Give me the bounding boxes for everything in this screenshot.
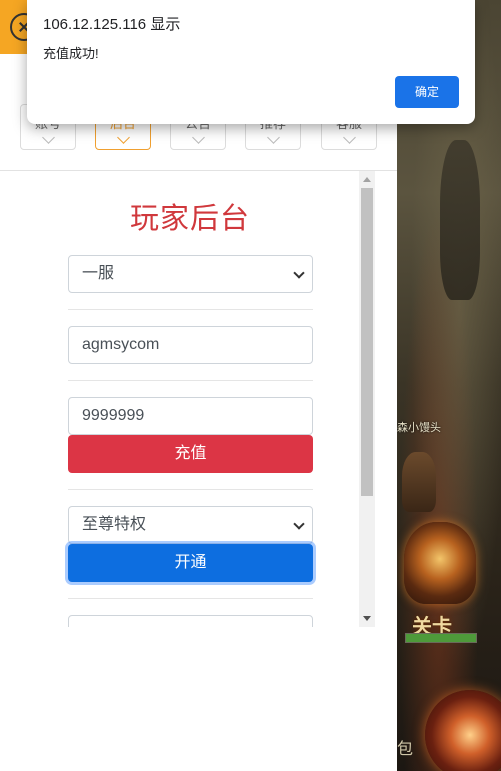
- divider: [68, 489, 313, 490]
- game-player-name: 森小馒头: [397, 422, 441, 434]
- panel-footer: [0, 627, 397, 771]
- recharge-button[interactable]: 充值: [68, 435, 313, 473]
- divider: [68, 598, 313, 599]
- next-field[interactable]: [68, 615, 313, 627]
- account-input[interactable]: agmsycom: [68, 326, 313, 364]
- chevron-down-icon: [293, 518, 305, 530]
- account-input-value: agmsycom: [82, 336, 160, 353]
- chevron-down-icon: [191, 131, 205, 144]
- page-title: 玩家后台: [129, 203, 250, 235]
- chevron-down-icon: [342, 131, 356, 144]
- divider: [68, 380, 313, 381]
- chevron-down-icon: [41, 131, 55, 144]
- activate-button[interactable]: 开通: [68, 544, 313, 582]
- scrollbar[interactable]: [359, 171, 375, 627]
- privilege-select[interactable]: 至尊特权: [68, 506, 313, 544]
- chevron-down-icon: [116, 131, 130, 144]
- server-select[interactable]: 一服: [68, 255, 313, 293]
- amount-input-value: 9999999: [82, 407, 145, 424]
- dialog-title: 106.12.125.116 显示: [43, 16, 181, 33]
- game-tree: [440, 140, 480, 300]
- privilege-select-value: 至尊特权: [82, 516, 147, 533]
- game-bag-label[interactable]: 包: [397, 735, 413, 759]
- scroll-down-arrow-icon[interactable]: [363, 616, 371, 621]
- confirm-button[interactable]: 确定: [395, 76, 459, 108]
- scroll-thumb[interactable]: [361, 188, 373, 496]
- chevron-down-icon: [266, 131, 280, 144]
- divider: [68, 309, 313, 310]
- screen: 森小馒头 关卡 包 账号 后台 公告 推荐 客服: [0, 0, 501, 771]
- server-select-value: 一服: [82, 265, 115, 282]
- scroll-up-arrow-icon[interactable]: [363, 177, 371, 182]
- game-character: [402, 452, 436, 512]
- backend-panel: 玩家后台 一服 agmsycom 9999999 充值 至尊特权 开通: [0, 171, 376, 627]
- chevron-down-icon: [293, 267, 305, 279]
- game-hp-fill: [406, 634, 476, 642]
- alert-dialog: 106.12.125.116 显示 充值成功! 确定: [27, 0, 475, 124]
- dialog-message: 充值成功!: [43, 46, 99, 61]
- amount-input[interactable]: 9999999: [68, 397, 313, 435]
- game-stage-emblem[interactable]: [404, 522, 476, 604]
- game-hp-bar: [405, 633, 477, 643]
